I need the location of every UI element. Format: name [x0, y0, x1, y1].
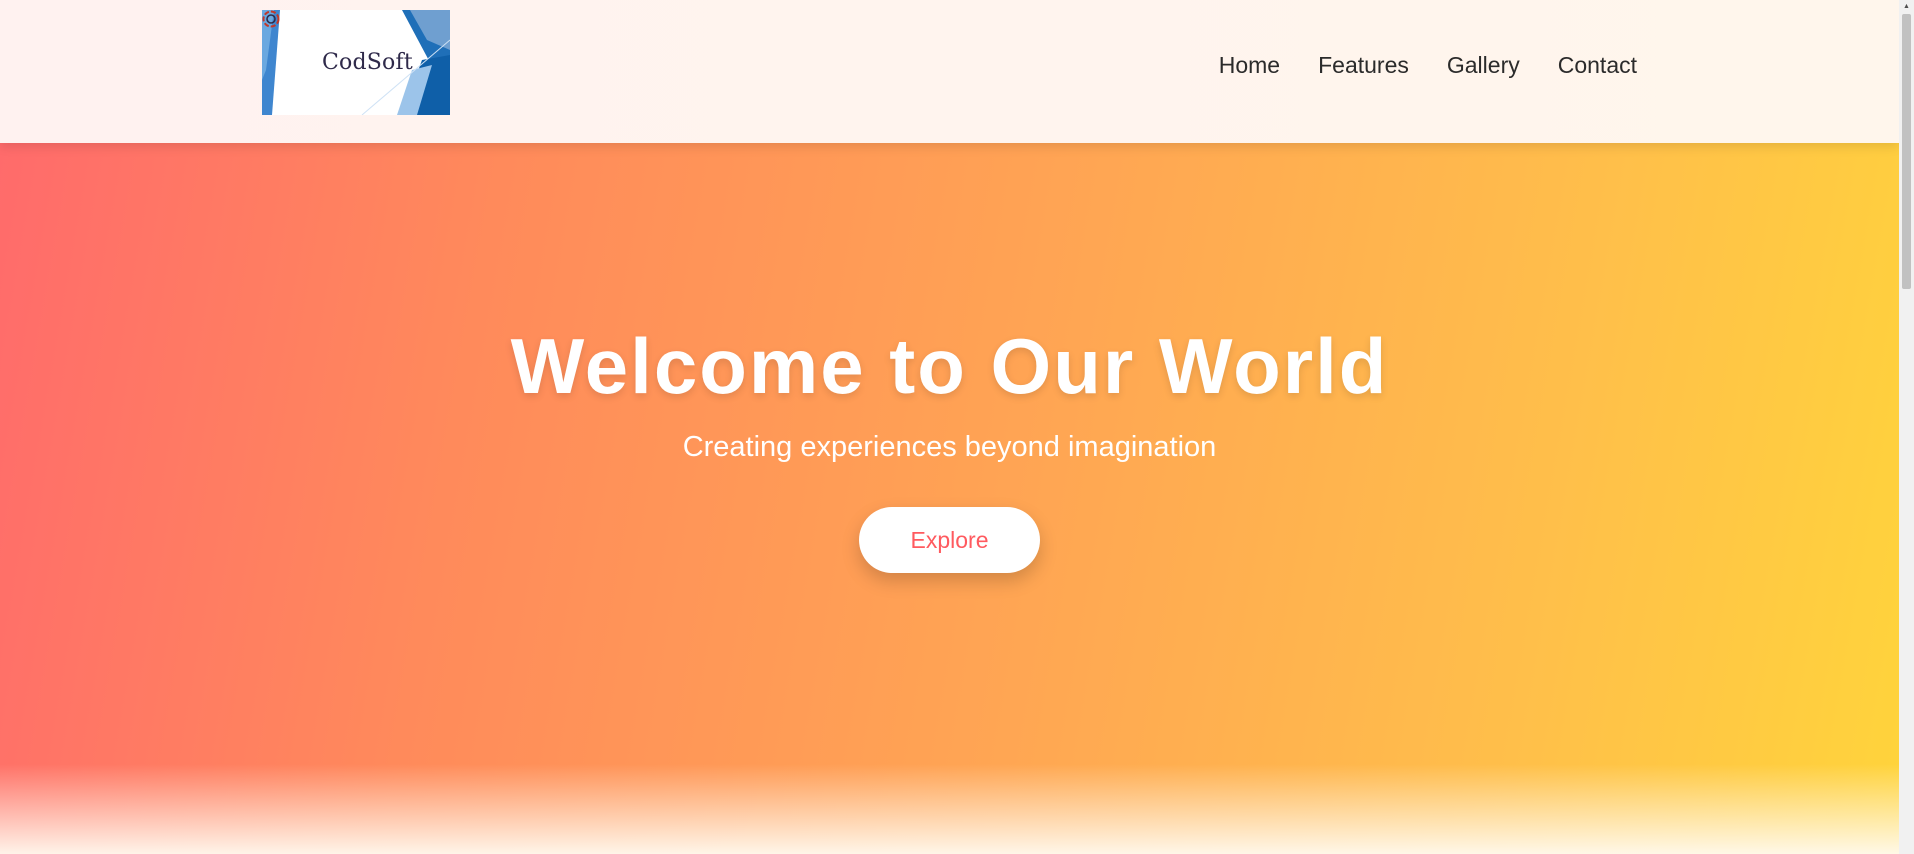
hero-section: Welcome to Our World Creating experience…: [0, 143, 1899, 854]
logo-text: CodSoft: [322, 50, 413, 75]
main-nav: Home Features Gallery Contact: [1219, 52, 1637, 79]
explore-button[interactable]: Explore: [859, 507, 1040, 573]
nav-contact-link[interactable]: Contact: [1558, 52, 1637, 79]
hero-title: Welcome to Our World: [510, 322, 1389, 410]
codsoft-logo-icon: [262, 10, 280, 28]
nav-home-link[interactable]: Home: [1219, 52, 1280, 79]
site-header: CodSoft Home Features Gallery Contact: [0, 0, 1899, 143]
hero-subtitle: Creating experiences beyond imagination: [682, 431, 1217, 463]
nav-features-link[interactable]: Features: [1318, 52, 1409, 79]
nav-gallery-link[interactable]: Gallery: [1447, 52, 1520, 79]
chevron-up-icon[interactable]: ▲: [1899, 0, 1914, 12]
page: CodSoft Home Features Gallery Contact We…: [0, 0, 1899, 854]
hero-bottom-fade: [0, 764, 1899, 854]
logo[interactable]: CodSoft: [262, 10, 450, 115]
page-scrollbar[interactable]: ▲: [1899, 0, 1914, 854]
scrollbar-thumb[interactable]: [1902, 14, 1911, 289]
